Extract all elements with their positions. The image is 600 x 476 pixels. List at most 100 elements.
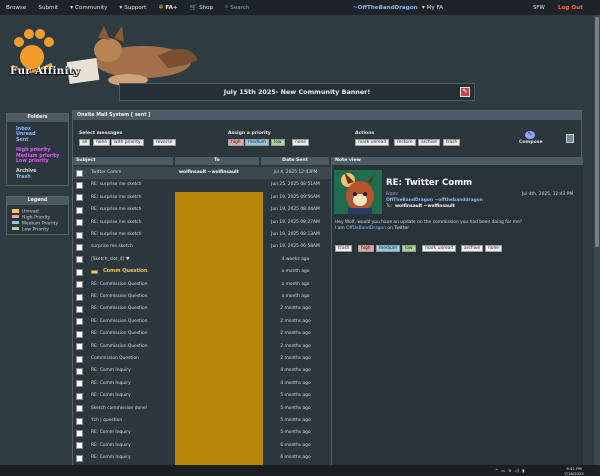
table-row[interactable]: RE: surprise me sketch Jun 25, 2025 08:51… [73, 179, 331, 191]
nav-fa-plus[interactable]: ✲ FA+ [152, 4, 183, 11]
row-subject[interactable]: RE: Comm Inquiry [91, 455, 131, 460]
trash-button[interactable]: trash [443, 139, 461, 146]
table-row[interactable]: RE: surprise me sketch Jun 19, 2025 09:56… [73, 192, 331, 204]
col-subject[interactable]: Subject [73, 157, 173, 165]
note-none-button[interactable]: none [485, 245, 502, 252]
row-checkbox[interactable] [76, 392, 83, 400]
table-row[interactable]: Ych | question 5 months ago [73, 415, 331, 427]
nav-username[interactable]: ~OffTheBandDragon [353, 0, 418, 15]
row-checkbox[interactable] [76, 454, 83, 462]
row-checkbox[interactable] [76, 417, 83, 425]
table-row[interactable]: RE: Commission Question a month ago [73, 279, 331, 291]
row-checkbox[interactable] [76, 169, 83, 177]
table-row[interactable]: Twitter Comm wolfinsault ~wolfinsault Jul … [73, 167, 331, 179]
row-subject[interactable]: RE: Commission Question [91, 331, 148, 336]
note-trash-button[interactable]: trash [335, 245, 353, 252]
community-banner[interactable]: July 15th 2025- New Community Banner! ✎ [119, 83, 475, 101]
nav-my-fa[interactable]: ▾ My FA [422, 0, 443, 15]
table-row[interactable]: RE: Comm Inquiry 4 months ago [73, 365, 331, 377]
row-checkbox[interactable] [76, 281, 83, 289]
page-scrollbar[interactable] [594, 15, 600, 465]
taskbar-clock[interactable]: 9:41 PM 7/16/2025 [560, 465, 588, 476]
nav-support[interactable]: ▾ Support [113, 5, 152, 11]
row-subject[interactable]: RE: Comm Inquiry [91, 381, 131, 386]
table-row[interactable]: RE: Commission Question 2 months ago [73, 316, 331, 328]
row-checkbox[interactable] [76, 256, 83, 264]
row-subject[interactable]: RE: Comm Inquiry [91, 443, 131, 448]
display-icon[interactable]: ▭ [501, 468, 505, 473]
table-row[interactable]: surprise me sketch Jun 19, 2025 06:58AM [73, 241, 331, 253]
row-checkbox[interactable] [76, 318, 83, 326]
row-checkbox[interactable] [76, 305, 83, 313]
row-checkbox[interactable] [76, 194, 83, 202]
row-subject[interactable]: RE: Commission Question [91, 282, 148, 287]
nav-shop[interactable]: 🛒 Shop [184, 4, 220, 11]
table-row[interactable]: RE: Commission Question 2 months ago [73, 341, 331, 353]
sfw-toggle[interactable]: SFW [533, 0, 545, 15]
note-medium-button[interactable]: medium [376, 245, 401, 252]
compose-button[interactable]: ✎ Compose [519, 131, 543, 145]
select-reverse-button[interactable]: reverse [153, 139, 176, 146]
table-row[interactable]: Sketch commission done! 5 months ago [73, 403, 331, 415]
chevron-up-icon[interactable]: ^ [495, 468, 498, 473]
table-row[interactable]: RE: Commission Question a month ago [73, 291, 331, 303]
table-row[interactable]: RE: surprise me sketch Jun 19, 2025 08:27… [73, 217, 331, 229]
mark-unread-button[interactable]: mark unread [355, 139, 390, 146]
table-row[interactable]: RE: Comm Inquiry 6 months ago [73, 452, 331, 464]
battery-icon[interactable]: ▮ [522, 468, 524, 473]
table-row[interactable]: RE: Commission Question 2 months ago [73, 303, 331, 315]
note-mark-unread-button[interactable]: mark unread [422, 245, 457, 252]
row-subject[interactable]: RE: surprise me sketch [91, 195, 141, 200]
select-all-button[interactable]: all [79, 139, 91, 146]
wifi-icon[interactable]: ≋ [508, 468, 511, 473]
row-checkbox[interactable] [76, 405, 83, 413]
priority-high-button[interactable]: high [228, 139, 244, 146]
row-subject[interactable]: RE: Commission Question [91, 306, 148, 311]
row-checkbox[interactable] [76, 355, 83, 363]
row-checkbox[interactable] [76, 268, 83, 276]
restore-button[interactable]: restore [394, 139, 416, 146]
folder-trash[interactable]: Trash [16, 175, 68, 180]
table-row[interactable]: RE: Comm Inquiry 5 months ago [73, 427, 331, 439]
table-row[interactable]: RE: surprise me sketch Jun 19, 2025 08:13… [73, 229, 331, 241]
row-subject[interactable]: RE: surprise me sketch [91, 182, 141, 187]
col-to[interactable]: To [175, 157, 259, 165]
row-checkbox[interactable] [76, 181, 83, 189]
nav-browse[interactable]: Browse [0, 5, 32, 11]
priority-medium-button[interactable]: medium [245, 139, 270, 146]
note-from-value[interactable]: OffTheBandDragon ~offthebanddragon [386, 198, 483, 203]
table-row[interactable]: [Sketch_slot_4] ♥ 4 weeks ago [73, 254, 331, 266]
row-subject[interactable]: RE: Comm Inquiry [91, 430, 131, 435]
row-checkbox[interactable] [76, 442, 83, 450]
row-subject[interactable]: Twitter Comm [91, 170, 121, 175]
row-checkbox[interactable] [76, 206, 83, 214]
select-none-button[interactable]: none [93, 139, 110, 146]
row-checkbox[interactable] [76, 231, 83, 239]
row-subject[interactable]: Commission Question [91, 356, 139, 361]
volume-icon[interactable]: ◁) [515, 468, 520, 473]
note-high-button[interactable]: high [358, 245, 374, 252]
row-subject[interactable]: Ych | question [91, 418, 122, 423]
priority-none-button[interactable]: none [292, 139, 309, 146]
table-row[interactable]: Commission Question 2 months ago [73, 353, 331, 365]
table-row[interactable]: RE: Comm Inquiry 5 months ago [73, 390, 331, 402]
row-checkbox[interactable] [76, 343, 83, 351]
row-subject[interactable]: RE: Commission Question [91, 294, 148, 299]
note-archive-button[interactable]: archive [461, 245, 484, 252]
row-checkbox[interactable] [76, 367, 83, 375]
bookmark-icon[interactable] [566, 134, 574, 143]
row-checkbox[interactable] [76, 293, 83, 301]
row-checkbox[interactable] [76, 380, 83, 388]
table-row[interactable]: RE: surprise me sketch Jun 19, 2025 08:44… [73, 204, 331, 216]
nav-community[interactable]: ▾ Community [64, 5, 113, 11]
row-checkbox[interactable] [76, 219, 83, 227]
row-subject[interactable]: Sketch commission done! [91, 406, 147, 411]
note-low-button[interactable]: low [402, 245, 416, 252]
nav-submit[interactable]: Submit [32, 5, 64, 11]
nav-search[interactable]: ⌕ Search [219, 4, 255, 11]
table-row[interactable]: Comm Question a month ago [73, 266, 331, 278]
select-priority-button[interactable]: with priority [111, 139, 144, 146]
row-recipient[interactable]: wolfinsault ~wolfinsault [179, 170, 239, 175]
logout-link[interactable]: Log Out [558, 0, 583, 15]
row-checkbox[interactable] [76, 330, 83, 338]
